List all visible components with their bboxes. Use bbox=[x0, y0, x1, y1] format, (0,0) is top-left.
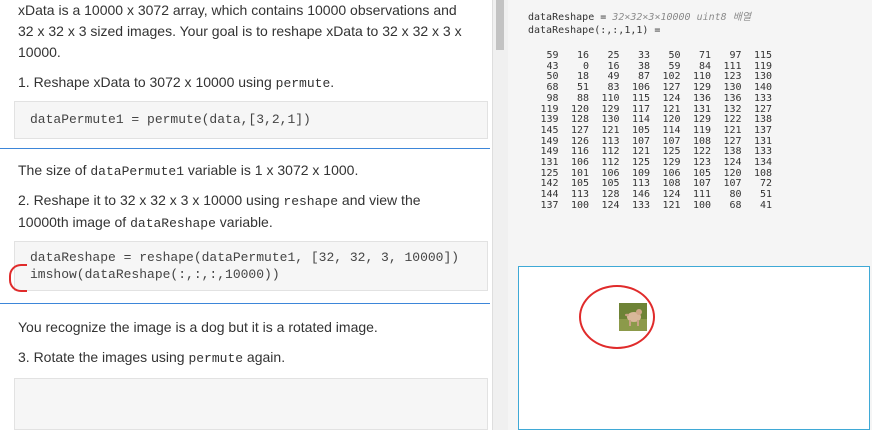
matrix-row: 98 88 110 115 124 136 136 133 bbox=[528, 92, 772, 105]
instructions-panel: xData is a 10000 x 3072 array, which con… bbox=[0, 0, 492, 430]
matrix-cell: 110 bbox=[601, 92, 620, 104]
matrix-cell: 100 bbox=[570, 199, 589, 211]
matrix-cell: 136 bbox=[723, 92, 742, 104]
red-annotation-circle bbox=[579, 285, 655, 349]
red-annotation-bracket bbox=[9, 264, 27, 292]
matrix-cell: 137 bbox=[540, 199, 559, 211]
matrix-cell: 136 bbox=[692, 92, 711, 104]
output-variable-line: dataReshape = 32×32×3×10000 uint8 배열 bbox=[528, 12, 752, 23]
matrix-cell: 115 bbox=[631, 92, 650, 104]
output-index-line: dataReshape(:,:,1,1) = bbox=[528, 25, 661, 36]
matrix-cell: 133 bbox=[753, 92, 772, 104]
matrix-output-area: dataReshape = 32×32×3×10000 uint8 배열 dat… bbox=[508, 0, 872, 251]
observation-text: You recognize the image is a dog but it … bbox=[18, 319, 378, 335]
matrix-cell: 124 bbox=[601, 199, 620, 211]
figure-window[interactable] bbox=[518, 266, 870, 430]
matrix-cell: 100 bbox=[692, 199, 711, 211]
step2-text: 2. Reshape it to 32 x 32 x 3 x 10000 usi… bbox=[18, 192, 421, 231]
matrix-cell: 41 bbox=[759, 199, 772, 211]
matrix-row: 137 100 124 133 121 100 68 41 bbox=[528, 199, 772, 212]
intro-text: xData is a 10000 x 3072 array, which con… bbox=[18, 2, 462, 60]
scrollbar-track[interactable] bbox=[492, 0, 509, 430]
code-block-reshape[interactable]: dataReshape = reshape(dataPermute1, [32,… bbox=[14, 241, 488, 291]
matrix-cell: 68 bbox=[729, 199, 742, 211]
matrix-cell: 88 bbox=[576, 92, 589, 104]
step3-text: 3. Rotate the images using permute again… bbox=[18, 349, 286, 366]
scrollbar-thumb[interactable] bbox=[496, 0, 504, 50]
matrix-cell: 133 bbox=[631, 199, 650, 211]
section-divider bbox=[0, 148, 490, 149]
matrix-table: 59 16 25 33 50 71 97 115 43 0 16 38 59 84 111 119 50 18 49… bbox=[528, 50, 772, 212]
step1-text: 1. Reshape xData to 3072 x 10000 using p… bbox=[18, 74, 335, 91]
matrix-cell: 124 bbox=[662, 92, 681, 104]
output-panel: dataReshape = 32×32×3×10000 uint8 배열 dat… bbox=[508, 0, 872, 430]
matrix-cell: 121 bbox=[662, 199, 681, 211]
section-divider bbox=[0, 303, 490, 304]
code-input-area[interactable] bbox=[14, 378, 488, 430]
matrix-cell: 98 bbox=[546, 92, 559, 104]
code-block-permute[interactable]: dataPermute1 = permute(data,[3,2,1]) bbox=[14, 101, 488, 139]
size-note-text: The size of dataPermute1 variable is 1 x… bbox=[18, 162, 359, 179]
